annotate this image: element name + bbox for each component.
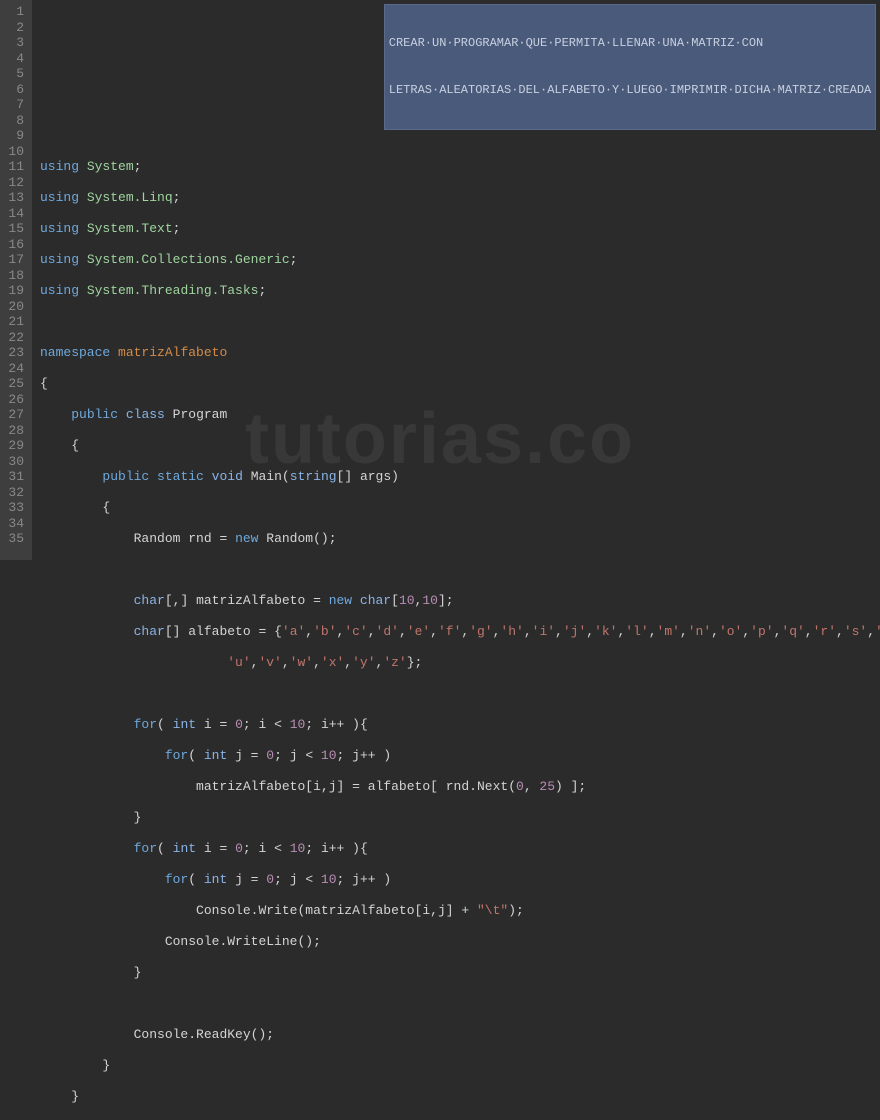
line-number: 35 <box>4 531 24 547</box>
kw-namespace: namespace <box>40 345 110 360</box>
line-number: 23 <box>4 345 24 361</box>
line-number: 16 <box>4 237 24 253</box>
line-number: 31 <box>4 469 24 485</box>
method-main: Main <box>251 469 282 484</box>
line-number: 32 <box>4 485 24 501</box>
namespace-name: matrizAlfabeto <box>118 345 227 360</box>
line-number-gutter: 1234567891011121314151617181920212223242… <box>0 0 32 560</box>
readkey-call: ReadKey <box>196 1027 251 1042</box>
line-number: 10 <box>4 144 24 160</box>
line-number: 34 <box>4 516 24 532</box>
line-number: 27 <box>4 407 24 423</box>
kw-using: using <box>40 159 79 174</box>
line-number: 17 <box>4 252 24 268</box>
code-area[interactable]: CREAR·UN·PROGRAMAR·QUE·PERMITA·LLENAR·UN… <box>32 0 880 560</box>
line-number: 9 <box>4 128 24 144</box>
line-number: 28 <box>4 423 24 439</box>
line-number: 1 <box>4 4 24 20</box>
line-number: 18 <box>4 268 24 284</box>
ns-linq: System.Linq <box>87 190 173 205</box>
line-number: 8 <box>4 113 24 129</box>
line-number: 12 <box>4 175 24 191</box>
line-number: 33 <box>4 500 24 516</box>
line-number: 21 <box>4 314 24 330</box>
code-editor[interactable]: 1234567891011121314151617181920212223242… <box>0 0 880 560</box>
line-number: 7 <box>4 97 24 113</box>
line-number: 3 <box>4 35 24 51</box>
line-number: 15 <box>4 221 24 237</box>
comment-line-1: CREAR·UN·PROGRAMAR·QUE·PERMITA·LLENAR·UN… <box>389 36 871 52</box>
line-number: 29 <box>4 438 24 454</box>
ns-system: System <box>87 159 134 174</box>
line-number: 22 <box>4 330 24 346</box>
line-number: 13 <box>4 190 24 206</box>
line-number: 5 <box>4 66 24 82</box>
ns-text: System.Text <box>87 221 173 236</box>
tab-string: "\t" <box>477 903 508 918</box>
ns-tasks: System.Threading.Tasks <box>87 283 259 298</box>
line-number: 25 <box>4 376 24 392</box>
line-number: 2 <box>4 20 24 36</box>
line-number: 24 <box>4 361 24 377</box>
line-number: 20 <box>4 299 24 315</box>
line-number: 4 <box>4 51 24 67</box>
line-number: 30 <box>4 454 24 470</box>
class-name: Program <box>173 407 228 422</box>
line-number: 11 <box>4 159 24 175</box>
line-number: 6 <box>4 82 24 98</box>
line-number: 14 <box>4 206 24 222</box>
line-number: 19 <box>4 283 24 299</box>
ns-generic: System.Collections.Generic <box>87 252 290 267</box>
line-number: 26 <box>4 392 24 408</box>
